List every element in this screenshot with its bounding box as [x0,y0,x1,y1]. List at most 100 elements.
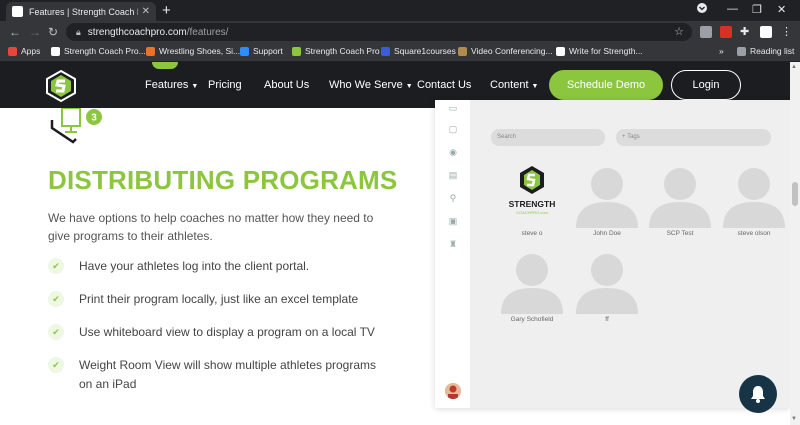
bookmark-item[interactable]: Strength Coach Pro... [51,46,146,56]
avatar-placeholder-icon [723,168,785,228]
athlete-name: John Doe [593,230,621,237]
feature-item: ✔ Have your athletes log into the client… [48,257,388,276]
feature-item: ✔ Weight Room View will show multiple at… [48,356,378,394]
reading-list[interactable]: Reading list [737,46,794,56]
scroll-down-icon[interactable]: ▼ [791,416,797,422]
scrollbar-thumb[interactable] [792,182,798,206]
browser-toolbar: ← → ↻ 🔒︎ strengthcoachpro.com/features/ … [0,21,800,43]
chevron-down-icon: ▼ [405,83,413,90]
site-favicon [458,46,467,56]
browser-tab-bar: Features | Strength Coach Pro - S ✕ + — … [0,0,800,21]
logo-wordmark: STRENGTH [509,199,556,209]
close-tab-icon[interactable]: ✕ [142,6,150,17]
feature-item: ✔ Print their program locally, just like… [48,290,388,309]
monitor-step-icon: 3 [50,108,102,144]
tv-icon: ▢ [448,124,458,134]
logo-subtext: COACHPRO.com [516,210,548,215]
athlete-card: STRENGTH COACHPRO.com steve o [499,162,565,242]
browser-tab[interactable]: Features | Strength Coach Pro - S ✕ [6,2,156,21]
athlete-card: steve olson [721,162,787,242]
scroll-up-icon[interactable]: ▲ [791,64,797,70]
nav-features[interactable]: Features ▼ [145,79,198,91]
minimize-icon[interactable]: — [727,3,738,15]
site-favicon [292,46,301,56]
athlete-name: SCP Test [666,230,694,237]
tags-input: + Tags [616,129,771,146]
browser-menu-icon[interactable]: ⋮ [781,26,793,38]
strength-coach-pro-logo[interactable] [46,70,76,102]
back-icon[interactable]: ← [9,25,21,39]
avatar-placeholder-icon [576,168,638,228]
chevron-down-icon: ▼ [531,83,539,90]
check-icon: ✔ [48,357,64,373]
extension-icon[interactable] [760,26,772,38]
search-input: Search [491,129,605,146]
maximize-icon[interactable]: ❐ [752,3,762,16]
bookmark-star-icon[interactable]: ☆ [674,25,684,38]
reading-list-icon [737,46,746,56]
lock-icon: 🔒︎ [76,26,81,37]
notes-icon: ▤ [448,170,458,180]
notifications-bell-button[interactable] [739,375,777,413]
strength-coach-pro-logo: STRENGTH COACHPRO.com [509,166,556,215]
bookmark-item[interactable]: Wrestling Shoes, Si... [146,46,240,56]
close-window-icon[interactable]: ✕ [777,3,786,16]
avatar-placeholder-icon [576,254,638,314]
nav-contact-us[interactable]: Contact Us [417,79,471,91]
briefcase-icon: ▣ [448,216,458,226]
bookmark-item[interactable]: Write for Strength... [556,46,643,56]
check-icon: ✔ [48,258,64,274]
check-icon: ✔ [48,291,64,307]
athlete-name: steve olson [737,230,771,237]
reload-icon[interactable]: ↻ [48,25,58,39]
schedule-demo-button[interactable]: Schedule Demo [549,70,663,100]
app-sidebar: ▭ ▢ ◉ ▤ ⚲ ▣ ♜ [435,100,471,408]
url-path: /features/ [186,26,229,38]
extension-icon[interactable] [720,26,732,38]
site-favicon [556,46,565,56]
bell-icon [751,386,765,403]
nav-who-we-serve[interactable]: Who We Serve ▼ [329,79,413,91]
site-favicon [51,46,60,56]
site-favicon [146,46,155,56]
step-number: 3 [91,113,97,124]
forward-icon[interactable]: → [29,25,41,39]
login-button[interactable]: Login [671,70,741,100]
bookmark-apps[interactable]: Apps [8,46,40,56]
avatar-placeholder-icon [649,168,711,228]
url-host: strengthcoachpro.com [87,26,187,38]
nav-pricing[interactable]: Pricing [208,79,242,91]
chevron-down-icon: ▼ [191,83,199,90]
page-scrollbar[interactable]: ▲ ▼ [790,62,800,425]
bookmarks-bar: Apps Strength Coach Pro... Wrestling Sho… [0,43,800,62]
search-icon: ⚲ [449,193,457,203]
trophy-icon: ♜ [448,239,458,249]
athlete-card: John Doe [574,162,640,242]
feature-item: ✔ Use whiteboard view to display a progr… [48,323,388,342]
nav-about-us[interactable]: About Us [264,79,309,91]
extensions-puzzle-icon[interactable]: ✚ [740,26,752,38]
address-bar[interactable]: 🔒︎ strengthcoachpro.com/features/ ☆ [66,23,692,41]
athlete-name: Gary Schofield [510,316,554,323]
extension-icon[interactable] [700,26,712,38]
app-preview-screenshot: ▭ ▢ ◉ ▤ ⚲ ▣ ♜ Search + Tags STRENGTH COA… [435,100,790,408]
bookmark-item[interactable]: Square1courses [381,46,456,56]
nav-content[interactable]: Content ▼ [490,79,538,91]
athlete-card: SCP Test [647,162,713,242]
bookmark-item[interactable]: Video Conferencing... [458,46,553,56]
bookmarks-overflow[interactable]: » [719,46,724,56]
bookmark-item[interactable]: Strength Coach Pro [292,46,380,56]
new-tab-icon[interactable]: + [162,2,171,19]
site-favicon [381,46,390,56]
athlete-name: steve o [521,230,543,237]
tab-title: Features | Strength Coach Pro - S [29,6,138,17]
decorative-shape [152,62,178,69]
profile-menu-icon[interactable] [697,3,707,16]
athlete-grid: Search + Tags STRENGTH COACHPRO.com stev… [471,100,790,408]
athlete-card: Gary Schofield [499,248,565,328]
avatar-placeholder-icon [501,254,563,314]
bookmark-item[interactable]: Support [240,46,283,56]
section-intro: We have options to help coaches no matte… [48,211,374,243]
zoom-icon [240,46,249,56]
broadcast-icon: ◉ [449,147,457,157]
